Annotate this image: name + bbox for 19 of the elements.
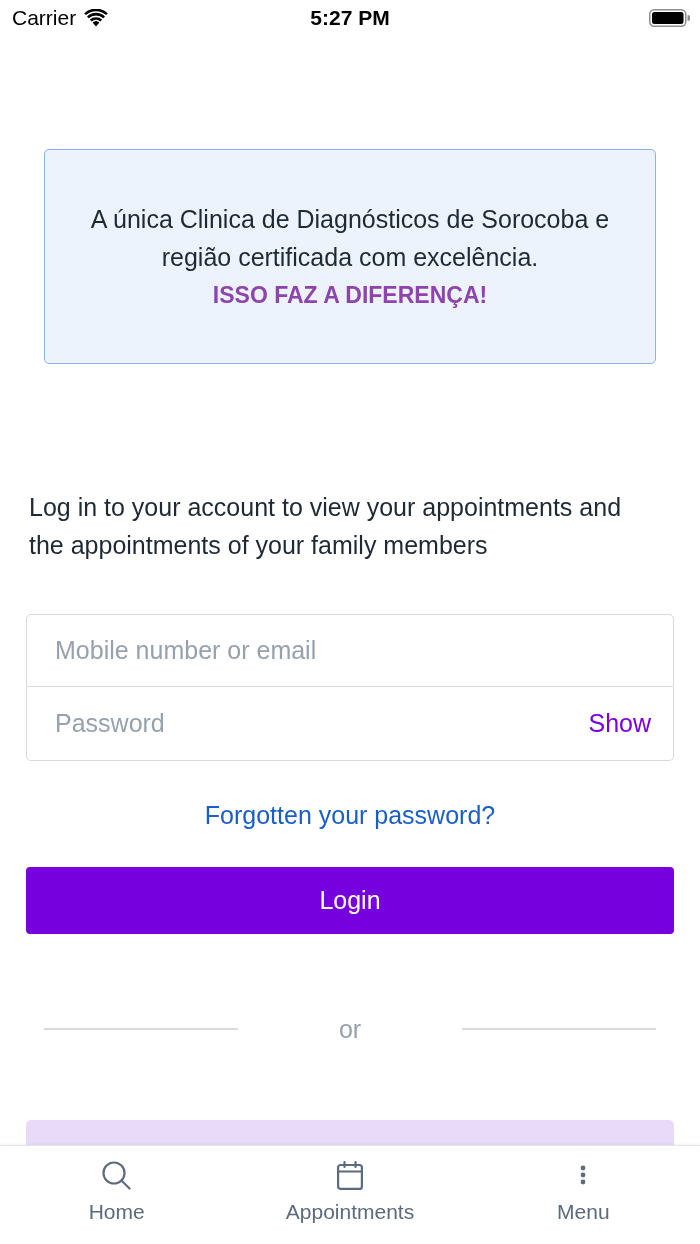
show-password-button[interactable]: Show: [588, 709, 651, 738]
battery-icon: [649, 9, 690, 27]
tab-bar-item[interactable]: Home: [0, 1146, 234, 1244]
tab-bar-item[interactable]: Menu: [466, 1146, 700, 1244]
wifi-icon: [84, 9, 109, 27]
forgot-password-link[interactable]: Forgotten your password?: [204, 800, 496, 830]
tab-bar-item[interactable]: Appointments: [233, 1146, 467, 1244]
login-button[interactable]: Login: [26, 867, 674, 934]
status-time: 5:27 PM: [310, 6, 390, 30]
login-field[interactable]: Mobile number or email: [26, 614, 674, 687]
password-field[interactable]: Password Show: [26, 687, 674, 761]
login-intro-text: Log in to your account to view your appointments and the appointments of your family members: [29, 492, 623, 561]
carrier-label: Carrier: [12, 6, 77, 30]
banner-highlight: ISSO FAZ A DIFERENÇA!: [212, 280, 488, 310]
or-divider-label: or: [338, 1014, 362, 1044]
more-vertical-icon: [580, 1165, 587, 1185]
banner-message: A única Clinica de Diagnósticos de Sorocoba e região certificada com excelência.: [89, 203, 611, 273]
search-icon: [102, 1160, 132, 1190]
calendar-icon: [337, 1160, 363, 1190]
